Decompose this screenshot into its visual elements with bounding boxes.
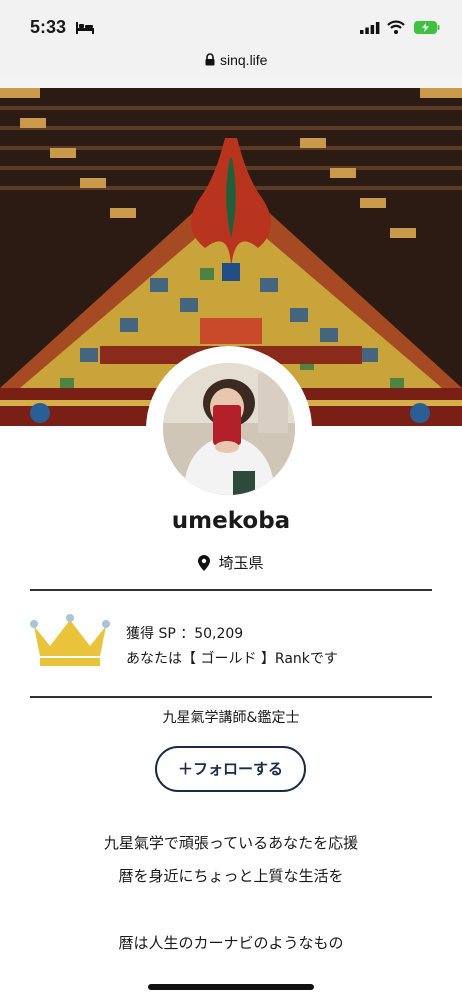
rank-text: あなたは【 ゴールド 】Rankです	[126, 651, 338, 667]
divider	[30, 589, 432, 591]
divider	[30, 696, 432, 698]
avatar[interactable]	[163, 363, 295, 495]
location: 埼玉県	[0, 552, 462, 573]
wifi-icon	[387, 20, 405, 34]
url-bar[interactable]: sinq.life	[0, 46, 462, 77]
bio-line: 暦を身近にちょっと上質な生活を	[118, 867, 344, 885]
top-strip	[0, 76, 462, 88]
username: umekoba	[171, 508, 291, 534]
profile-title: 九星氣学講師&鑑定士	[162, 710, 300, 726]
bed-icon	[76, 22, 94, 34]
signal-icon	[360, 22, 380, 34]
status-bar: 5:33	[0, 0, 462, 46]
bio-line: 九星氣学で頑張っているあなたを応援	[103, 834, 359, 852]
status-time: 5:33	[30, 17, 67, 37]
crown-icon	[30, 614, 110, 666]
pin-icon	[198, 555, 211, 571]
url-text: sinq.life	[220, 52, 268, 68]
bio-line: 暦は人生のカーナビのようなもの	[118, 934, 344, 952]
follow-button[interactable]: ＋フォローする	[155, 746, 306, 792]
location-text: 埼玉県	[218, 554, 264, 572]
home-indicator[interactable]	[148, 984, 314, 990]
lock-icon	[205, 53, 215, 66]
battery-icon	[414, 21, 440, 34]
sp-points: 獲得 SP ：50,209	[126, 626, 244, 642]
